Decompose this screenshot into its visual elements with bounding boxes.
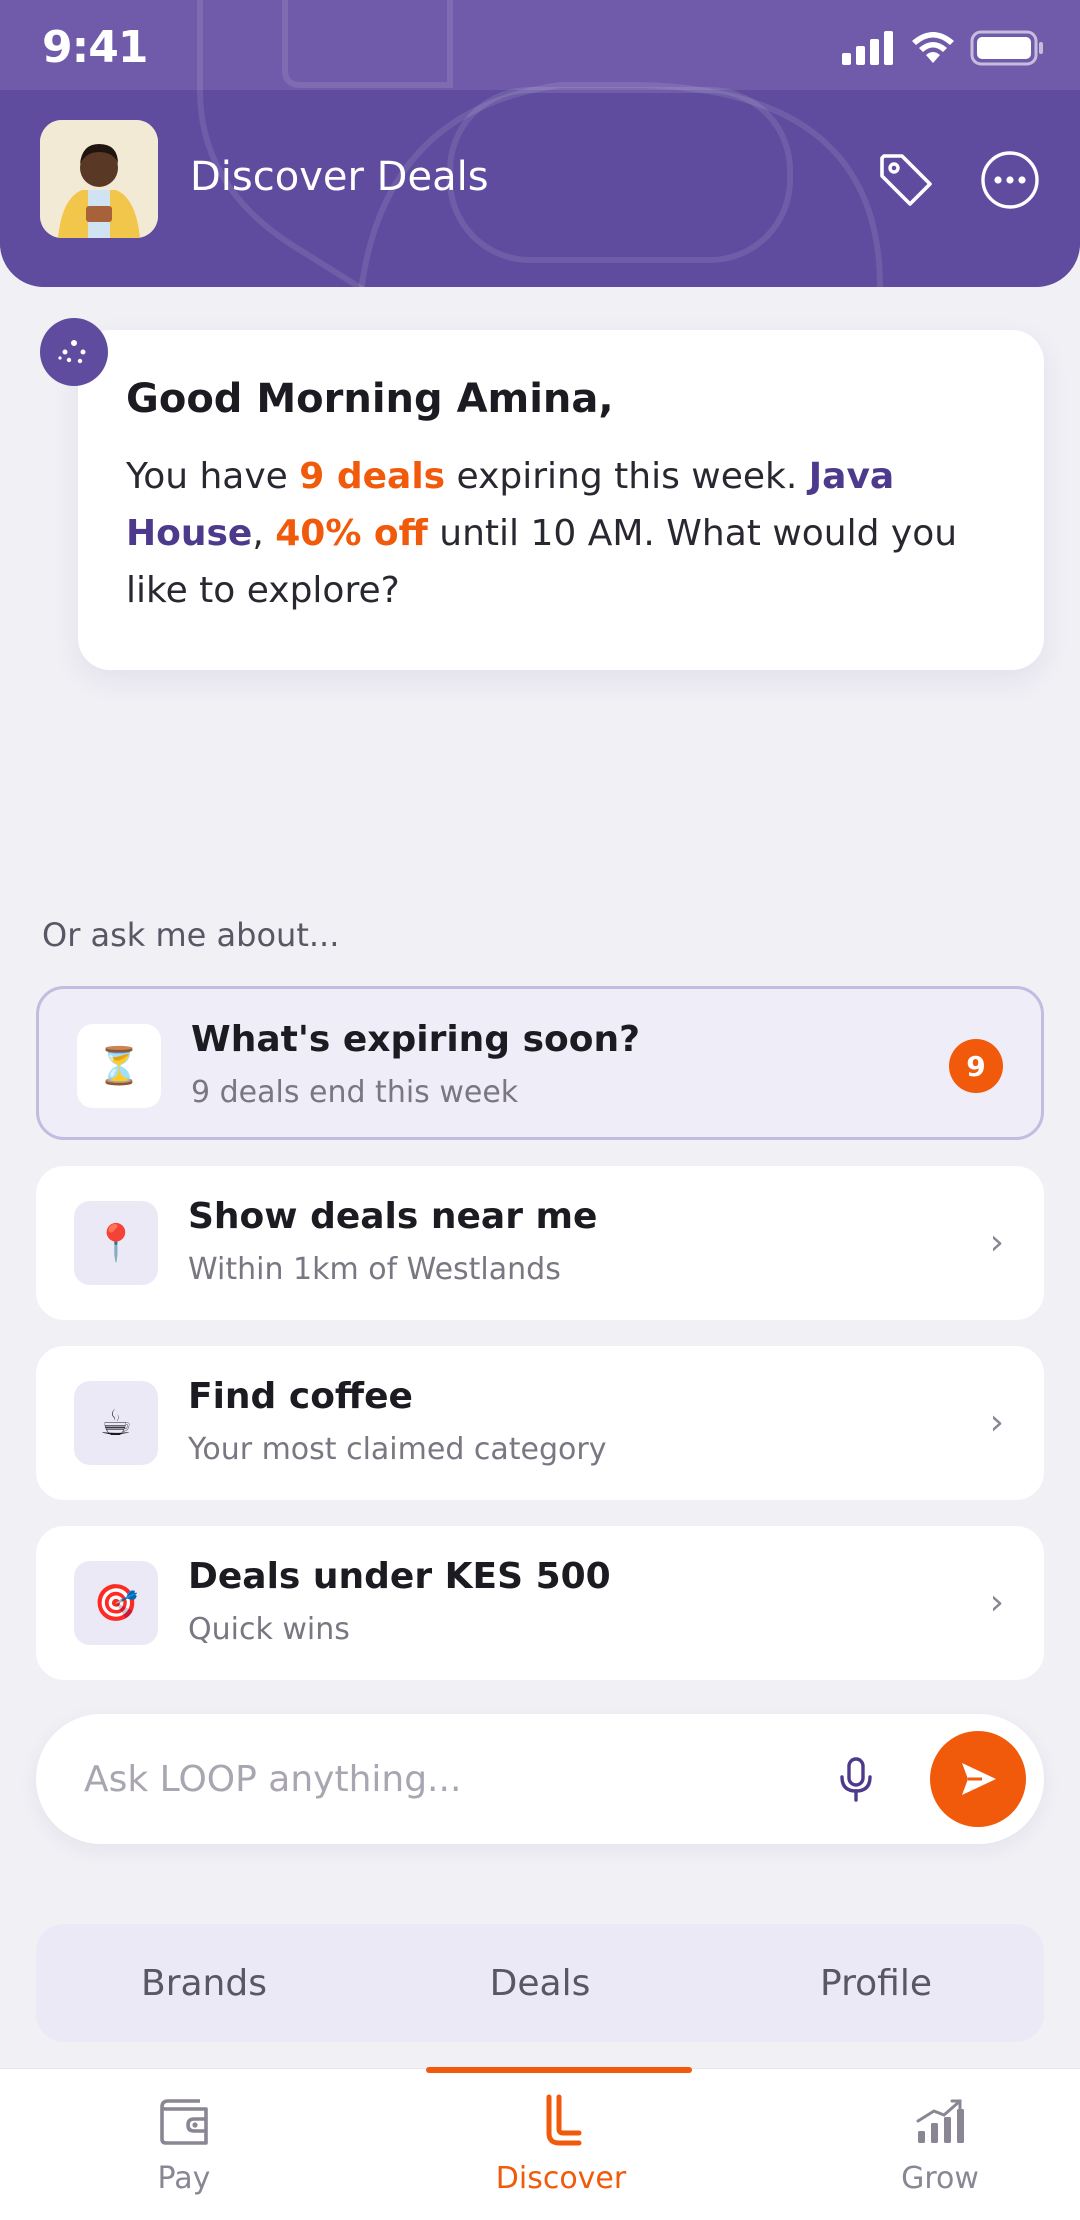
suggestion-find-coffee[interactable]: ☕ Find coffee Your most claimed category…: [36, 1346, 1044, 1500]
suggestion-subtitle: Within 1km of Westlands: [188, 1252, 561, 1287]
greeting-text: ,: [252, 513, 276, 554]
ask-bar: [36, 1714, 1044, 1844]
greeting-text: expiring this week.: [445, 456, 809, 497]
chevron-right-icon: ›: [989, 1582, 1004, 1623]
nav-discover[interactable]: Discover: [461, 2091, 661, 2196]
nav-grow[interactable]: Grow: [840, 2091, 1040, 2196]
location-pin-icon: 📍: [74, 1201, 158, 1285]
greeting-card: Good Morning Amina, You have 9 deals exp…: [78, 330, 1044, 670]
tab-deals[interactable]: Deals: [372, 1924, 708, 2042]
battery-icon: [970, 30, 1043, 66]
suggestion-deals-under-500[interactable]: 🎯 Deals under KES 500 Quick wins ›: [36, 1526, 1044, 1680]
suggestion-title: Find coffee: [188, 1376, 413, 1417]
send-icon: [962, 1763, 996, 1795]
expiring-deals-highlight[interactable]: 9 deals: [299, 456, 445, 497]
signal-icon: [842, 31, 893, 65]
greeting-text: You have: [126, 456, 300, 497]
discover-l-icon: [546, 2094, 582, 2146]
suggestion-title: What's expiring soon?: [191, 1019, 640, 1060]
nav-pay[interactable]: Pay: [84, 2091, 284, 2196]
tab-brands[interactable]: Brands: [36, 1924, 372, 2042]
more-options-button[interactable]: [978, 148, 1042, 212]
bottom-nav: Pay Discover Grow: [0, 2067, 1080, 2220]
nav-label: Grow: [901, 2161, 979, 2196]
suggestion-subtitle: 9 deals end this week: [191, 1075, 519, 1110]
greeting-title: Good Morning Amina,: [126, 376, 614, 422]
wifi-icon: [912, 32, 954, 63]
send-button[interactable]: [930, 1731, 1026, 1827]
active-tab-indicator: [426, 2067, 692, 2073]
discount-highlight: 40% off: [275, 513, 428, 554]
deals-tag-button[interactable]: [874, 148, 938, 212]
chevron-right-icon: ›: [989, 1402, 1004, 1443]
status-time: 9:41: [42, 22, 148, 73]
chevron-right-icon: ›: [989, 1222, 1004, 1263]
suggestion-deals-near-me[interactable]: 📍 Show deals near me Within 1km of Westl…: [36, 1166, 1044, 1320]
suggestion-subtitle: Quick wins: [188, 1612, 350, 1647]
hourglass-icon: ⏳: [77, 1024, 161, 1108]
sparkle-dots-icon: [58, 340, 86, 364]
coffee-icon: ☕: [74, 1381, 158, 1465]
wallet-icon: [160, 2099, 208, 2145]
suggestion-expiring-soon[interactable]: ⏳ What's expiring soon? 9 deals end this…: [36, 986, 1044, 1140]
page-title: Discover Deals: [190, 154, 489, 200]
growth-chart-icon: [916, 2099, 964, 2143]
count-badge: 9: [949, 1039, 1003, 1093]
suggestion-title: Show deals near me: [188, 1196, 598, 1237]
microphone-icon: [840, 1757, 872, 1802]
discover-subtabs: Brands Deals Profile: [36, 1924, 1044, 2042]
user-avatar[interactable]: [40, 120, 158, 238]
suggestions-label: Or ask me about...: [42, 916, 340, 954]
nav-label: Discover: [495, 2161, 627, 2196]
target-icon: 🎯: [74, 1561, 158, 1645]
nav-label: Pay: [157, 2161, 211, 2196]
suggestion-title: Deals under KES 500: [188, 1556, 611, 1597]
avatar-image: [40, 120, 158, 238]
greeting-message: You have 9 deals expiring this week. Jav…: [126, 448, 996, 619]
suggestion-subtitle: Your most claimed category: [188, 1432, 607, 1467]
voice-input-button[interactable]: [826, 1749, 886, 1809]
ask-input[interactable]: [84, 1749, 804, 1809]
more-horizontal-icon: [981, 151, 1039, 209]
tab-profile[interactable]: Profile: [708, 1924, 1044, 2042]
status-icons: [842, 28, 1044, 68]
assistant-avatar: [40, 318, 108, 386]
tag-icon: [880, 154, 932, 206]
app-header: 9:41 Discover Deals: [0, 0, 1080, 287]
